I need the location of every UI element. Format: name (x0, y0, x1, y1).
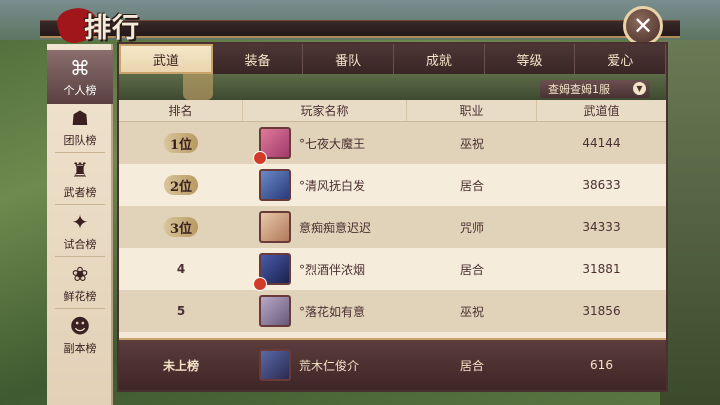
my-player-name: 荒木仁俊介 (299, 358, 360, 373)
player-name: 意痴痴意迟迟 (299, 220, 372, 235)
rank-badge: 2位 (164, 175, 198, 195)
header: 排行榜 ✕ (0, 0, 720, 83)
category-tabs: 武道 装备 番队 成就 等级 爱心 (119, 44, 667, 74)
player-score: 31856 (582, 304, 621, 318)
rank-number: 4 (176, 262, 186, 276)
avatar[interactable] (253, 127, 291, 165)
tab-martial[interactable]: 武道 (119, 44, 213, 74)
player-job: 居合 (459, 262, 484, 277)
sidebar-item-personal[interactable]: ⌘ 个人榜 (47, 50, 113, 104)
rank-badge: 1位 (164, 133, 198, 153)
my-avatar[interactable] (259, 349, 291, 381)
tab-level[interactable]: 等级 (485, 44, 576, 74)
player-job: 巫祝 (459, 136, 484, 151)
server-dropdown[interactable]: 查姆查姆1服 ▼ (540, 80, 650, 98)
penguin-badge-icon (253, 151, 267, 165)
avatar[interactable] (259, 169, 291, 201)
player-name: °烈酒伴浓烟 (299, 262, 366, 277)
chevron-down-icon: ▼ (633, 82, 646, 95)
server-label: 查姆查姆1服 (548, 83, 610, 96)
close-button[interactable]: ✕ (623, 6, 663, 46)
sidebar-item-label: 团队榜 (63, 134, 97, 147)
fan-icon: ⌘ (70, 56, 90, 80)
my-rank-row: 未上榜 荒木仁俊介 居合 616 (119, 338, 666, 390)
avatar[interactable] (253, 253, 291, 291)
shuriken-icon: ✦ (71, 210, 89, 234)
leaderboard-panel: 武道 装备 番队 成就 等级 爱心 查姆查姆1服 ▼ 排名 玩家名称 职业 武道… (117, 42, 668, 392)
my-score: 616 (590, 358, 613, 372)
player-score: 31881 (582, 262, 621, 276)
player-job: 居合 (459, 178, 484, 193)
close-icon: ✕ (632, 12, 654, 40)
avatar[interactable] (259, 211, 291, 243)
player-name: °七夜大魔王 (299, 136, 366, 151)
table-row[interactable]: 2位 °清风抚白发 居合 38633 (119, 164, 666, 206)
player-job: 咒师 (459, 220, 484, 235)
sidebar-item-label: 个人榜 (63, 84, 97, 97)
my-job: 居合 (459, 358, 484, 373)
oni-mask-icon: ☻ (69, 314, 91, 338)
table-row[interactable]: 5 °落花如有意 巫祝 31856 (119, 290, 666, 332)
sidebar-item-dungeon[interactable]: ☻ 副本榜 (47, 308, 113, 362)
sidebar-item-label: 试合榜 (63, 238, 97, 251)
header-player-name: 玩家名称 (243, 100, 407, 121)
tab-squad[interactable]: 番队 (303, 44, 395, 74)
leaderboard-logo: 排行榜 (28, 2, 158, 83)
my-rank: 未上榜 (162, 358, 199, 373)
tab-achievement[interactable]: 成就 (394, 44, 485, 74)
tab-equipment[interactable]: 装备 (213, 44, 304, 74)
banner-emblem (183, 74, 213, 100)
header-score: 武道值 (583, 104, 620, 118)
table-row[interactable]: 4 °烈酒伴浓烟 居合 31881 (119, 248, 666, 291)
player-name: °落花如有意 (299, 304, 366, 319)
helmet-icon: ♜ (71, 158, 89, 182)
leaderboard-sidebar: ⌘ 个人榜 ☗ 团队榜 ♜ 武者榜 ✦ 试合榜 ❀ 鲜花榜 ☻ 副本榜 (47, 44, 113, 405)
player-score: 38633 (582, 178, 621, 192)
header-job: 职业 (407, 100, 537, 121)
ranking-table: 1位 °七夜大魔王 巫祝 44144 2位 °清风抚白发 居合 38633 3位… (119, 122, 666, 332)
sidebar-item-label: 鲜花榜 (63, 290, 97, 303)
sidebar-item-team[interactable]: ☗ 团队榜 (47, 100, 113, 154)
sidebar-item-label: 武者榜 (63, 186, 97, 199)
rank-number: 5 (176, 304, 186, 318)
table-row[interactable]: 1位 °七夜大魔王 巫祝 44144 (119, 122, 666, 165)
sidebar-item-label: 副本榜 (63, 342, 97, 355)
sidebar-item-warrior[interactable]: ♜ 武者榜 (47, 152, 113, 206)
tab-love[interactable]: 爱心 (575, 44, 667, 74)
background-terrain (660, 40, 720, 405)
header-rank: 排名 (119, 100, 243, 121)
flower-icon: ❀ (71, 262, 89, 286)
sidebar-item-match[interactable]: ✦ 试合榜 (47, 204, 113, 258)
sidebar-item-flower[interactable]: ❀ 鲜花榜 (47, 256, 113, 310)
penguin-badge-icon (253, 277, 267, 291)
rank-badge: 3位 (164, 217, 198, 237)
table-header: 排名 玩家名称 职业 武道值 (119, 100, 666, 122)
player-job: 巫祝 (459, 304, 484, 319)
demon-mask-icon: ☗ (71, 106, 89, 130)
player-score: 44144 (582, 136, 621, 150)
player-name: °清风抚白发 (299, 178, 366, 193)
avatar[interactable] (259, 295, 291, 327)
table-row[interactable]: 3位 意痴痴意迟迟 咒师 34333 (119, 206, 666, 248)
player-score: 34333 (582, 220, 621, 234)
